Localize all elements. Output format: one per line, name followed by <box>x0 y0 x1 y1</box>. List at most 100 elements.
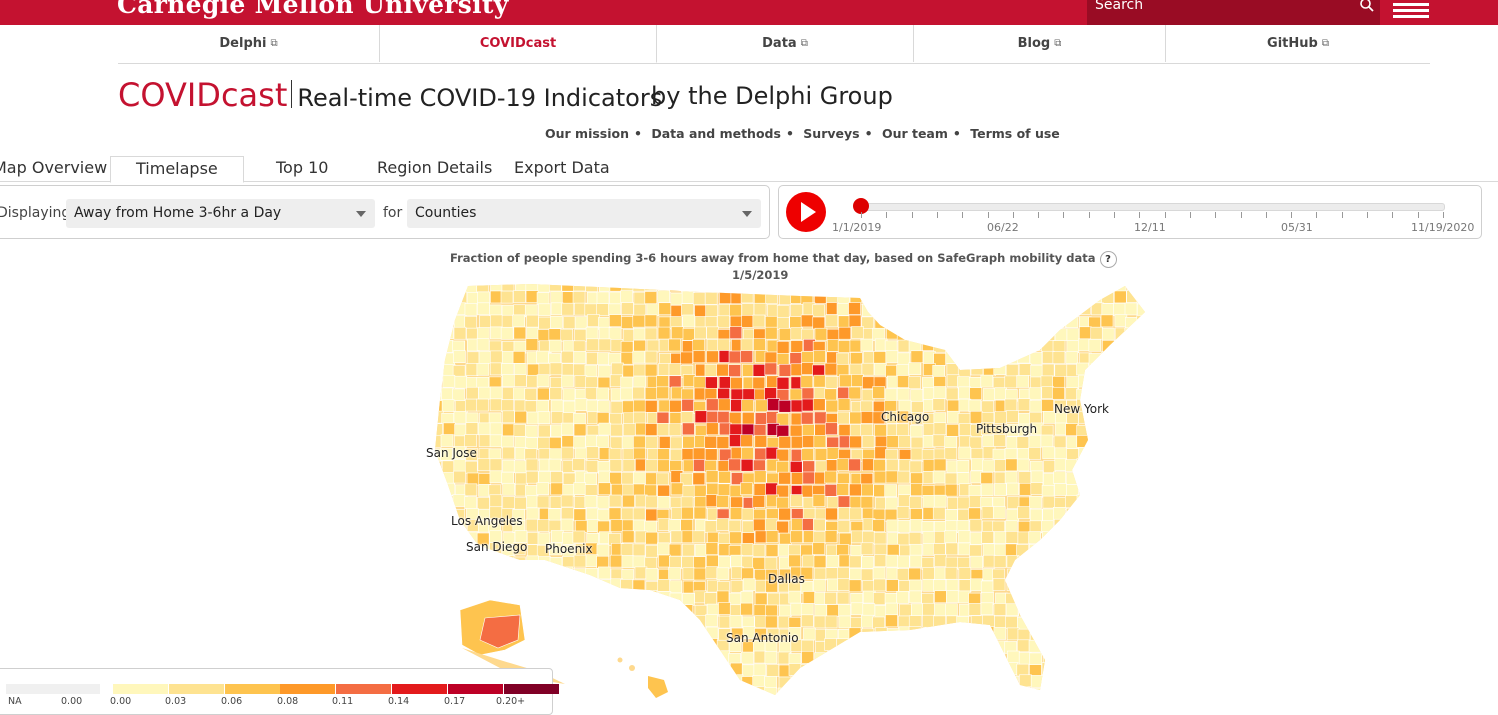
county-cell[interactable] <box>1043 460 1056 473</box>
county-cell[interactable] <box>1137 628 1150 642</box>
county-cell[interactable] <box>1102 376 1116 390</box>
county-cell[interactable] <box>837 398 851 411</box>
county-cell[interactable] <box>1004 375 1018 389</box>
county-cell[interactable] <box>681 530 695 544</box>
county-cell[interactable] <box>681 303 694 316</box>
county-cell[interactable] <box>982 434 995 448</box>
county-cell[interactable] <box>946 663 960 676</box>
county-cell[interactable] <box>502 410 515 424</box>
county-cell[interactable] <box>946 326 959 340</box>
county-cell[interactable] <box>717 315 730 329</box>
county-cell[interactable] <box>597 352 610 365</box>
county-cell[interactable] <box>982 340 995 354</box>
county-cell[interactable] <box>694 543 708 557</box>
county-cell[interactable] <box>670 674 683 687</box>
county-cell[interactable] <box>934 567 947 580</box>
county-cell[interactable] <box>441 590 455 604</box>
county-cell[interactable] <box>742 578 756 591</box>
county-cell[interactable] <box>1028 279 1042 292</box>
county-cell[interactable] <box>656 411 670 425</box>
county-cell[interactable] <box>431 614 444 628</box>
county-cell[interactable] <box>466 567 479 580</box>
county-cell[interactable] <box>526 555 539 569</box>
county-cell[interactable] <box>1006 675 1019 689</box>
county-cell[interactable] <box>1137 568 1149 582</box>
county-cell[interactable] <box>730 399 743 412</box>
county-cell[interactable] <box>1089 675 1102 688</box>
county-cell[interactable] <box>596 291 610 305</box>
county-cell[interactable] <box>430 327 443 341</box>
county-cell[interactable] <box>1017 639 1030 653</box>
county-cell[interactable] <box>442 580 455 593</box>
county-cell[interactable] <box>1102 568 1115 582</box>
county-cell[interactable] <box>1090 290 1103 303</box>
county-cell[interactable] <box>549 279 562 292</box>
county-cell[interactable] <box>549 651 563 664</box>
county-cell[interactable] <box>1052 386 1065 400</box>
county-cell[interactable] <box>740 434 753 448</box>
county-cell[interactable] <box>836 458 850 471</box>
county-cell[interactable] <box>1042 650 1056 664</box>
county-cell[interactable] <box>910 436 924 450</box>
county-cell[interactable] <box>644 626 658 640</box>
county-cell[interactable] <box>1041 386 1055 399</box>
county-cell[interactable] <box>1004 520 1018 534</box>
county-cell[interactable] <box>764 557 778 570</box>
county-cell[interactable] <box>537 640 550 654</box>
county-cell[interactable] <box>538 363 552 376</box>
county-cell[interactable] <box>476 363 490 376</box>
county-cell[interactable] <box>851 326 864 339</box>
county-cell[interactable] <box>862 675 876 689</box>
county-cell[interactable] <box>826 496 840 509</box>
county-cell[interactable] <box>742 532 755 545</box>
county-cell[interactable] <box>778 399 792 413</box>
county-cell[interactable] <box>971 458 984 471</box>
county-cell[interactable] <box>1114 435 1128 449</box>
county-cell[interactable] <box>968 507 981 521</box>
county-cell[interactable] <box>550 579 564 593</box>
county-cell[interactable] <box>837 675 851 689</box>
county-cell[interactable] <box>610 423 623 437</box>
county-cell[interactable] <box>692 639 706 652</box>
county-cell[interactable] <box>645 544 659 558</box>
county-cell[interactable] <box>874 362 887 376</box>
county-cell[interactable] <box>574 328 587 342</box>
county-cell[interactable] <box>1042 350 1055 364</box>
county-cell[interactable] <box>682 593 695 606</box>
county-cell[interactable] <box>1136 640 1149 653</box>
county-cell[interactable] <box>825 662 839 676</box>
county-cell[interactable] <box>525 338 539 351</box>
county-cell[interactable] <box>1114 592 1127 606</box>
county-cell[interactable] <box>572 363 586 377</box>
county-cell[interactable] <box>573 436 586 449</box>
county-cell[interactable] <box>850 281 863 293</box>
county-cell[interactable] <box>1065 664 1079 677</box>
county-cell[interactable] <box>873 292 886 306</box>
county-cell[interactable] <box>1064 675 1078 688</box>
county-cell[interactable] <box>1004 316 1018 330</box>
county-cell[interactable] <box>513 460 527 474</box>
county-cell[interactable] <box>669 280 682 293</box>
county-cell[interactable] <box>1018 590 1032 604</box>
county-cell[interactable] <box>634 638 648 652</box>
county-cell[interactable] <box>824 484 838 497</box>
county-cell[interactable] <box>981 639 995 653</box>
county-cell[interactable] <box>513 326 527 340</box>
county-cell[interactable] <box>692 530 706 544</box>
county-cell[interactable] <box>860 663 873 676</box>
county-cell[interactable] <box>443 422 456 436</box>
county-cell[interactable] <box>994 615 1007 629</box>
county-cell[interactable] <box>824 362 838 376</box>
county-cell[interactable] <box>668 567 681 580</box>
county-cell[interactable] <box>1065 351 1079 364</box>
county-cell[interactable] <box>803 627 816 641</box>
county-cell[interactable] <box>632 519 646 533</box>
county-cell[interactable] <box>537 437 550 450</box>
county-cell[interactable] <box>899 603 912 617</box>
county-cell[interactable] <box>1090 363 1104 376</box>
county-cell[interactable] <box>598 422 612 436</box>
county-cell[interactable] <box>885 554 899 568</box>
county-cell[interactable] <box>431 338 444 352</box>
county-cell[interactable] <box>476 398 489 412</box>
county-cell[interactable] <box>884 484 897 497</box>
